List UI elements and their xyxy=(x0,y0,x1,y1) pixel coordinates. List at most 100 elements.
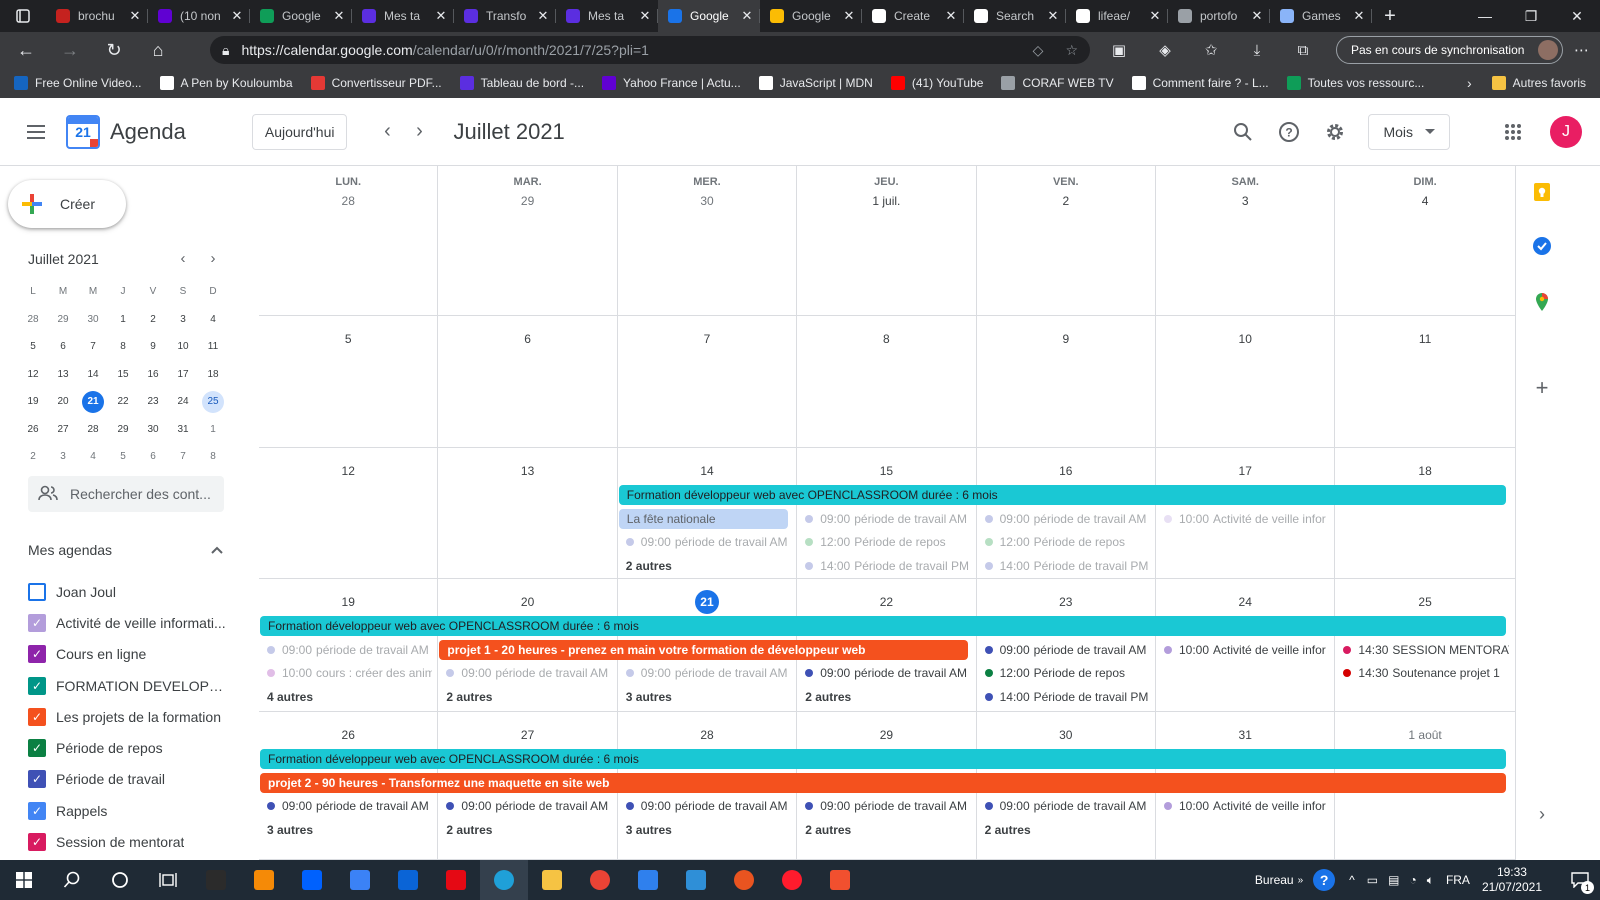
browser-tab[interactable]: Create ✕ xyxy=(862,0,964,32)
bookmark-item[interactable]: Yahoo France | Actu... xyxy=(602,76,741,90)
browser-tab[interactable]: Google ✕ xyxy=(250,0,352,32)
checkbox-icon[interactable]: ✓ xyxy=(28,833,46,852)
event-chip[interactable]: 09:00 période de travail AM xyxy=(618,795,791,817)
more-events-link[interactable]: 2 autres xyxy=(797,686,851,708)
tab-close-icon[interactable]: ✕ xyxy=(842,8,856,24)
checkbox-icon[interactable]: ✓ xyxy=(28,676,46,695)
event-chip[interactable]: 14:30 Soutenance projet 1 xyxy=(1335,662,1508,684)
mini-day[interactable]: 13 xyxy=(48,361,78,389)
store-icon[interactable] xyxy=(336,860,384,900)
event-chip[interactable]: 10:00 Activité de veille infor xyxy=(1156,508,1329,530)
mini-day[interactable]: 25 xyxy=(198,388,228,416)
sublime-text-icon[interactable] xyxy=(240,860,288,900)
day-number[interactable]: 19 xyxy=(259,595,437,609)
mini-day[interactable]: 2 xyxy=(138,306,168,334)
day-cell[interactable]: DIM. 4 xyxy=(1335,166,1515,316)
mail-icon[interactable] xyxy=(384,860,432,900)
day-number[interactable]: 29 xyxy=(438,194,616,208)
tab-close-icon[interactable]: ✕ xyxy=(1352,8,1366,24)
day-cell[interactable]: 7 xyxy=(617,316,798,448)
day-cell[interactable]: 5 xyxy=(259,316,439,448)
edge-icon[interactable] xyxy=(480,860,528,900)
day-cell[interactable]: 12 xyxy=(259,448,439,579)
bookmark-item[interactable]: (41) YouTube xyxy=(890,76,983,90)
day-number[interactable]: 28 xyxy=(618,728,796,742)
day-number[interactable]: 9 xyxy=(977,332,1155,346)
mini-day[interactable]: 2 xyxy=(18,443,48,471)
notification-tray-icon[interactable]: ▤ xyxy=(1388,873,1399,887)
calendar-item[interactable]: ✓ Les projets de la formation xyxy=(28,701,228,732)
my-calendars-toggle[interactable]: Mes agendas xyxy=(28,542,224,558)
chevron-right-icon[interactable]: › xyxy=(1532,804,1552,824)
browser-tab[interactable]: Google ✕ xyxy=(658,0,760,32)
calendar-item[interactable]: ✓ FORMATION DEVELOPPE... xyxy=(28,670,228,701)
reader-mode-icon[interactable]: ◇ xyxy=(1033,42,1044,59)
event-chip[interactable]: 09:00 période de travail AM xyxy=(977,795,1150,817)
more-events-link[interactable]: 3 autres xyxy=(618,686,672,708)
mini-day[interactable]: 17 xyxy=(168,361,198,389)
bookmark-item[interactable]: JavaScript | MDN xyxy=(758,76,873,90)
browser-tab[interactable]: brochu ✕ xyxy=(46,0,148,32)
search-icon[interactable] xyxy=(1220,122,1266,142)
close-window-icon[interactable]: ✕ xyxy=(1554,8,1600,25)
event-chip[interactable]: 12:00 Période de repos xyxy=(977,662,1150,684)
minimize-icon[interactable]: — xyxy=(1462,8,1508,25)
vscode-icon[interactable] xyxy=(672,860,720,900)
action-center-icon[interactable]: 1 xyxy=(1560,860,1600,900)
checkbox-icon[interactable] xyxy=(28,582,46,601)
favorites-icon[interactable]: ✩ xyxy=(1188,41,1234,59)
mini-day[interactable]: 11 xyxy=(198,333,228,361)
mini-day[interactable]: 21 xyxy=(78,388,108,416)
event-chip[interactable]: 14:00 Période de travail PM xyxy=(977,686,1150,708)
mini-day[interactable]: 3 xyxy=(48,443,78,471)
add-favorite-icon[interactable]: ☆ xyxy=(1065,42,1078,59)
tab-close-icon[interactable]: ✕ xyxy=(230,8,244,24)
day-number[interactable]: 21 xyxy=(618,590,796,614)
event-chip[interactable]: 10:00 cours : créer des anim xyxy=(259,662,432,684)
restore-icon[interactable]: ❐ xyxy=(1508,8,1554,25)
day-number[interactable]: 1 juil. xyxy=(797,194,975,208)
mini-day[interactable]: 29 xyxy=(108,416,138,444)
event-span[interactable]: Formation développeur web avec OPENCLASS… xyxy=(618,485,1506,505)
day-cell[interactable]: 6 xyxy=(438,316,618,448)
day-number[interactable]: 8 xyxy=(797,332,975,346)
day-cell[interactable]: MAR. 29 xyxy=(438,166,618,316)
tab-close-icon[interactable]: ✕ xyxy=(1250,8,1264,24)
mini-day[interactable]: 27 xyxy=(48,416,78,444)
extension-icon[interactable]: ▣ xyxy=(1096,41,1142,59)
mini-day[interactable]: 23 xyxy=(138,388,168,416)
reload-button[interactable]: ↻ xyxy=(92,32,136,68)
bookmark-item[interactable]: Free Online Video... xyxy=(14,76,142,90)
day-number[interactable]: 1 août xyxy=(1335,728,1514,742)
browser-tab[interactable]: Search ✕ xyxy=(964,0,1066,32)
mini-day[interactable]: 20 xyxy=(48,388,78,416)
day-number[interactable]: 2 xyxy=(977,194,1155,208)
chevron-up-icon[interactable]: ^ xyxy=(1349,873,1355,887)
checkbox-icon[interactable]: ✓ xyxy=(28,707,46,726)
mini-day[interactable]: 6 xyxy=(48,333,78,361)
event-span[interactable]: La fête nationale xyxy=(618,508,789,529)
tab-close-icon[interactable]: ✕ xyxy=(332,8,346,24)
mini-day[interactable]: 5 xyxy=(18,333,48,361)
calendar-item[interactable]: ✓ Période de repos xyxy=(28,732,228,763)
sync-status-button[interactable]: Pas en cours de synchronisation xyxy=(1336,36,1564,64)
cortana-icon[interactable] xyxy=(96,860,144,900)
settings-more-icon[interactable]: ⋯ xyxy=(1563,41,1599,59)
day-number[interactable]: 13 xyxy=(438,464,616,478)
event-chip[interactable]: 09:00 période de travail AM xyxy=(438,795,611,817)
mini-day[interactable]: 6 xyxy=(138,443,168,471)
checkbox-icon[interactable]: ✓ xyxy=(28,645,46,664)
mini-day[interactable]: 4 xyxy=(78,443,108,471)
day-number[interactable]: 27 xyxy=(438,728,616,742)
other-favorites[interactable]: Autres favoris xyxy=(1491,76,1586,90)
day-number[interactable]: 30 xyxy=(977,728,1155,742)
day-cell[interactable]: 11 xyxy=(1335,316,1515,448)
system-clock[interactable]: 19:33 21/07/2021 xyxy=(1482,865,1542,895)
more-events-link[interactable]: 2 autres xyxy=(438,686,492,708)
more-events-link[interactable]: 2 autres xyxy=(618,555,672,577)
mini-day[interactable]: 28 xyxy=(78,416,108,444)
mini-day[interactable]: 14 xyxy=(78,361,108,389)
wifi-icon[interactable]: ◔ xyxy=(1409,873,1416,887)
calendar-item[interactable]: ✓ Activité de veille informati... xyxy=(28,607,228,638)
next-month-button[interactable]: › xyxy=(403,120,435,143)
